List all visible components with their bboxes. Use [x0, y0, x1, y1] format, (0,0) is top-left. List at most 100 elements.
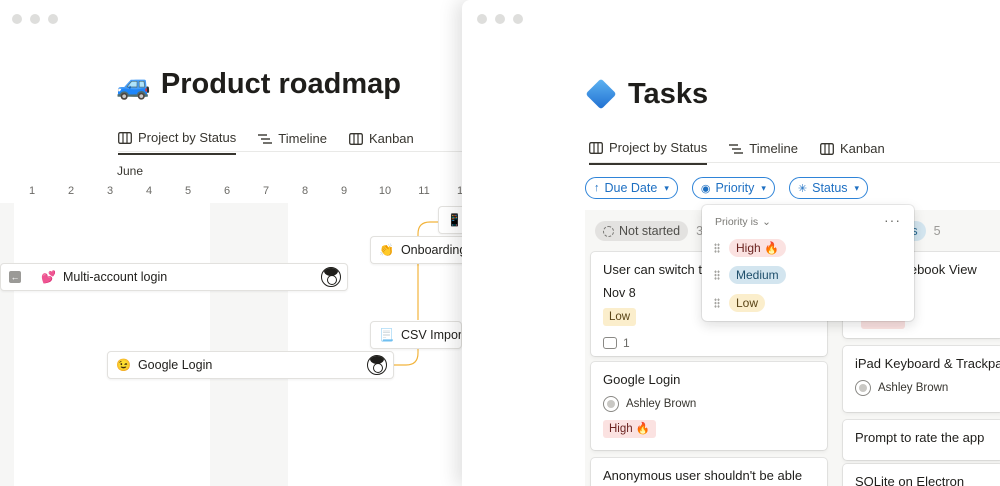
page-title-text: Tasks	[628, 78, 709, 110]
tabs-divider	[589, 162, 1000, 163]
day-label: 10	[378, 185, 392, 197]
maximize-dot[interactable]	[48, 14, 58, 24]
filter-label: Priority	[715, 181, 755, 195]
filter-condition-label: Priority is	[715, 216, 759, 228]
task-card[interactable]: iPad Keyboard & Trackpa Ashley Brown	[843, 346, 1000, 412]
card-title: SQLite on Electron	[855, 474, 965, 486]
timeline-item-csv-import[interactable]: 📃 CSV Import	[370, 321, 462, 349]
day-label: 4	[145, 185, 153, 197]
task-card[interactable]: Prompt to rate the app	[843, 420, 1000, 460]
month-label: June	[117, 164, 144, 178]
filter-label: Due Date	[604, 181, 658, 195]
day-label: 5	[184, 185, 192, 197]
scroll-back-icon[interactable]: ←	[9, 271, 21, 283]
chevron-down-icon: ▾	[854, 182, 860, 193]
day-label: 9	[340, 185, 348, 197]
comment-number: 1	[623, 336, 630, 350]
filter-condition[interactable]: Priority is ⌄	[715, 216, 771, 228]
avatar	[367, 355, 387, 375]
option-pill: High 🔥	[729, 239, 786, 257]
filter-status[interactable]: ✳ Status ▾	[788, 177, 869, 199]
filter-priority[interactable]: ◉ Priority ▾	[691, 177, 775, 199]
close-dot[interactable]	[12, 14, 22, 24]
tabs-divider	[118, 151, 470, 152]
timeline-icon	[729, 143, 744, 154]
priority-tag: High 🔥	[603, 420, 657, 438]
assignee-name: Ashley Brown	[626, 398, 697, 410]
option-pill: Low	[729, 294, 766, 312]
minimize-dot[interactable]	[495, 14, 505, 24]
card-title: Prompt to rate the app	[855, 430, 985, 445]
priority-icon: ◉	[700, 182, 711, 195]
comment-icon	[603, 337, 617, 349]
tab-label: Kanban	[368, 131, 414, 146]
document-icon: 📃	[379, 328, 394, 342]
window-controls	[12, 14, 58, 24]
not-started-icon	[603, 225, 614, 237]
close-dot[interactable]	[477, 14, 487, 24]
card-title: Google Login	[603, 372, 681, 387]
day-label: 6	[223, 185, 231, 197]
timeline-item-onboarding[interactable]: 👏 Onboarding	[370, 236, 470, 264]
board-icon	[589, 141, 603, 154]
weekend-column	[0, 203, 14, 486]
timeline-item-label: Multi-account login	[62, 270, 168, 284]
timeline-item-label: Onboarding	[400, 243, 467, 257]
chevron-down-icon: ▾	[761, 182, 766, 193]
chevron-down-icon: ▾	[664, 182, 669, 193]
avatar	[321, 267, 341, 287]
window-controls	[477, 14, 523, 24]
status-label: Not started	[619, 224, 681, 238]
priority-option-high[interactable]: High 🔥	[714, 239, 786, 257]
more-options-icon[interactable]: ···	[884, 212, 901, 228]
tab-label: Kanban	[839, 141, 885, 156]
day-label: 11	[418, 185, 430, 197]
board-icon	[348, 132, 363, 145]
priority-option-low[interactable]: Low	[714, 294, 766, 312]
drag-handle-icon[interactable]	[714, 270, 720, 280]
assignee: Ashley Brown	[855, 380, 991, 396]
page-title-text: Product roadmap	[160, 68, 401, 100]
task-card[interactable]: SQLite on Electron	[843, 464, 1000, 486]
timeline-item-label: CSV Import	[400, 328, 462, 342]
minimize-dot[interactable]	[30, 14, 40, 24]
drag-handle-icon[interactable]	[714, 298, 720, 308]
hearts-icon: 💕	[41, 270, 56, 284]
chevron-down-icon: ⌄	[762, 216, 771, 228]
assignee-name: Ashley Brown	[878, 382, 949, 394]
arrow-up-icon: ↑	[594, 182, 600, 194]
status-pill: Not started	[595, 221, 689, 241]
page-title: Tasks	[586, 78, 708, 111]
task-card[interactable]: Google Login Ashley Brown High 🔥	[591, 362, 827, 450]
tab-label: Project by Status	[609, 140, 708, 155]
comment-count: 1	[603, 336, 815, 350]
priority-filter-dropdown: Priority is ⌄ ··· High 🔥 Medium Low	[702, 205, 914, 321]
status-icon: ✳	[797, 182, 808, 195]
timeline-item-multi-account-login[interactable]: ← 💕 Multi-account login	[0, 263, 348, 291]
day-label: 3	[106, 185, 114, 197]
page-title: 🚙 Product roadmap	[116, 68, 401, 101]
priority-option-medium[interactable]: Medium	[714, 266, 786, 284]
board-icon	[118, 131, 132, 144]
day-label: 7	[262, 185, 270, 197]
card-title: iPad Keyboard & Trackpa	[855, 356, 1000, 371]
card-title: Anonymous user shouldn't be able	[603, 468, 803, 483]
tab-label: Project by Status	[138, 130, 237, 145]
timeline-item-google-login[interactable]: 😉 Google Login	[107, 351, 394, 379]
option-pill: Medium	[729, 266, 786, 284]
task-card[interactable]: Anonymous user shouldn't be able	[591, 458, 827, 486]
board-icon	[819, 142, 834, 155]
weekend-column	[210, 203, 288, 486]
drag-handle-icon[interactable]	[714, 243, 720, 253]
tasks-window: Tasks Project by Status Timeline Kanban …	[462, 0, 1000, 486]
roadmap-window: 🚙 Product roadmap Project by Status Time…	[0, 0, 470, 486]
column-header-not-started: Not started 3	[595, 221, 703, 241]
car-icon: 🚙	[116, 68, 151, 100]
filter-due-date[interactable]: ↑ Due Date ▾	[585, 177, 678, 199]
day-label: 8	[301, 185, 309, 197]
assignee: Ashley Brown	[603, 396, 815, 412]
maximize-dot[interactable]	[513, 14, 523, 24]
filter-bar: ↑ Due Date ▾ ◉ Priority ▾ ✳ Status ▾	[585, 177, 869, 199]
column-count: 5	[933, 224, 941, 238]
clap-icon: 👏	[379, 243, 394, 257]
